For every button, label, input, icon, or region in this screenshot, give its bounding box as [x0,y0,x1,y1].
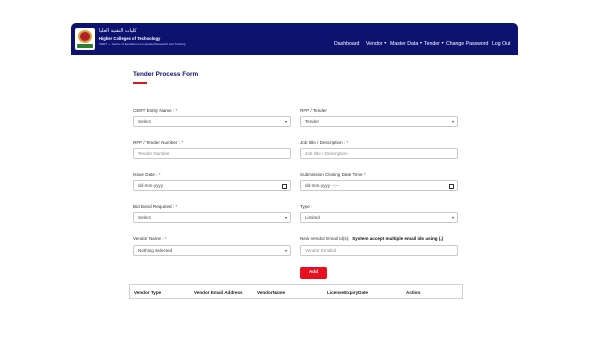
nav-change-password[interactable]: Change Password [446,41,488,47]
nav-master-data[interactable]: Master Data▼ [390,41,423,47]
issue-date-label: Issue Date : * [133,172,161,177]
vendor-name-label: Vendor Name : * [133,236,167,241]
page-title: Tender Process Form [133,71,199,78]
table-header-vendor-type: Vendor Type [134,289,162,295]
cert-entity-label: CERT Entity Name : * [133,108,178,113]
table-header-vendor-email: Vendor Email Address [194,289,243,295]
vendor-email-note: System accept multiple email ids using (… [352,236,444,241]
closing-date-label: Submission Closing Date Time * [300,172,366,177]
chevron-down-icon: ▾ [451,119,454,124]
vendor-table: Vendor Type Vendor Email Address VendorN… [129,284,463,299]
vendor-name-select[interactable]: Nothing selected ▾ [133,245,291,256]
job-title-input[interactable]: Job title / Description [300,148,458,159]
vendor-email-input[interactable]: Vendor EmailId [300,245,458,256]
issue-date-input[interactable]: dd-mm-yyyy [133,180,291,191]
chevron-down-icon: ▾ [451,215,454,220]
nav-vendor[interactable]: Vendor▼ [366,41,387,47]
chevron-down-icon: ▼ [440,41,445,45]
tender-number-label: RFP / Tender Number : * [133,140,184,145]
rfp-tender-select[interactable]: Tender ▾ [300,116,458,127]
brand-name-arabic: كليات التقنية العليا [99,28,137,34]
type-select[interactable]: Limited ▾ [300,212,458,223]
tender-number-input[interactable]: Tender Number [133,148,291,159]
brand-name-english: Higher Colleges of Technology [99,36,161,41]
calendar-icon[interactable] [282,183,287,189]
chevron-down-icon: ▾ [284,215,287,220]
chevron-down-icon: ▾ [284,248,287,253]
cert-entity-select[interactable]: Select ▾ [133,116,291,127]
chevron-down-icon: ▼ [383,41,387,45]
job-title-label: Job title / Description : * [300,140,349,145]
top-navbar: كليات التقنية العليا Higher Colleges of … [71,23,518,55]
chevron-down-icon: ▼ [419,41,423,45]
logo-emblem-icon [75,28,95,50]
chevron-down-icon: ▾ [284,119,287,124]
bid-bond-select[interactable]: Select ▾ [133,212,291,223]
calendar-icon[interactable] [449,183,454,189]
vendor-email-label: New Vendor Email Id(s): System accept mu… [300,236,444,241]
table-header-vendor-name: VendorName [257,289,286,295]
closing-date-input[interactable]: dd-mm-yyyy --:-- [300,180,458,191]
add-button[interactable]: Add [300,267,327,279]
nav-dashboard[interactable]: Dashboard [334,41,359,47]
nav-log-out[interactable]: Log Out [492,41,510,47]
table-header-license-expiry: LicenseExpiryDate [327,289,369,295]
table-header-action: Action [406,289,421,295]
brand-tagline: CERT — Centre of Excellence for Applied … [99,42,186,46]
rfp-tender-label: RFP / Tender [300,108,327,113]
nav-tender[interactable]: Tender▼ [424,41,444,47]
bid-bond-label: Bid Bond Required : * [133,204,178,209]
type-label: Type : [300,204,313,209]
title-underline [133,82,147,84]
hct-logo[interactable]: كليات التقنية العليا Higher Colleges of … [75,28,185,52]
